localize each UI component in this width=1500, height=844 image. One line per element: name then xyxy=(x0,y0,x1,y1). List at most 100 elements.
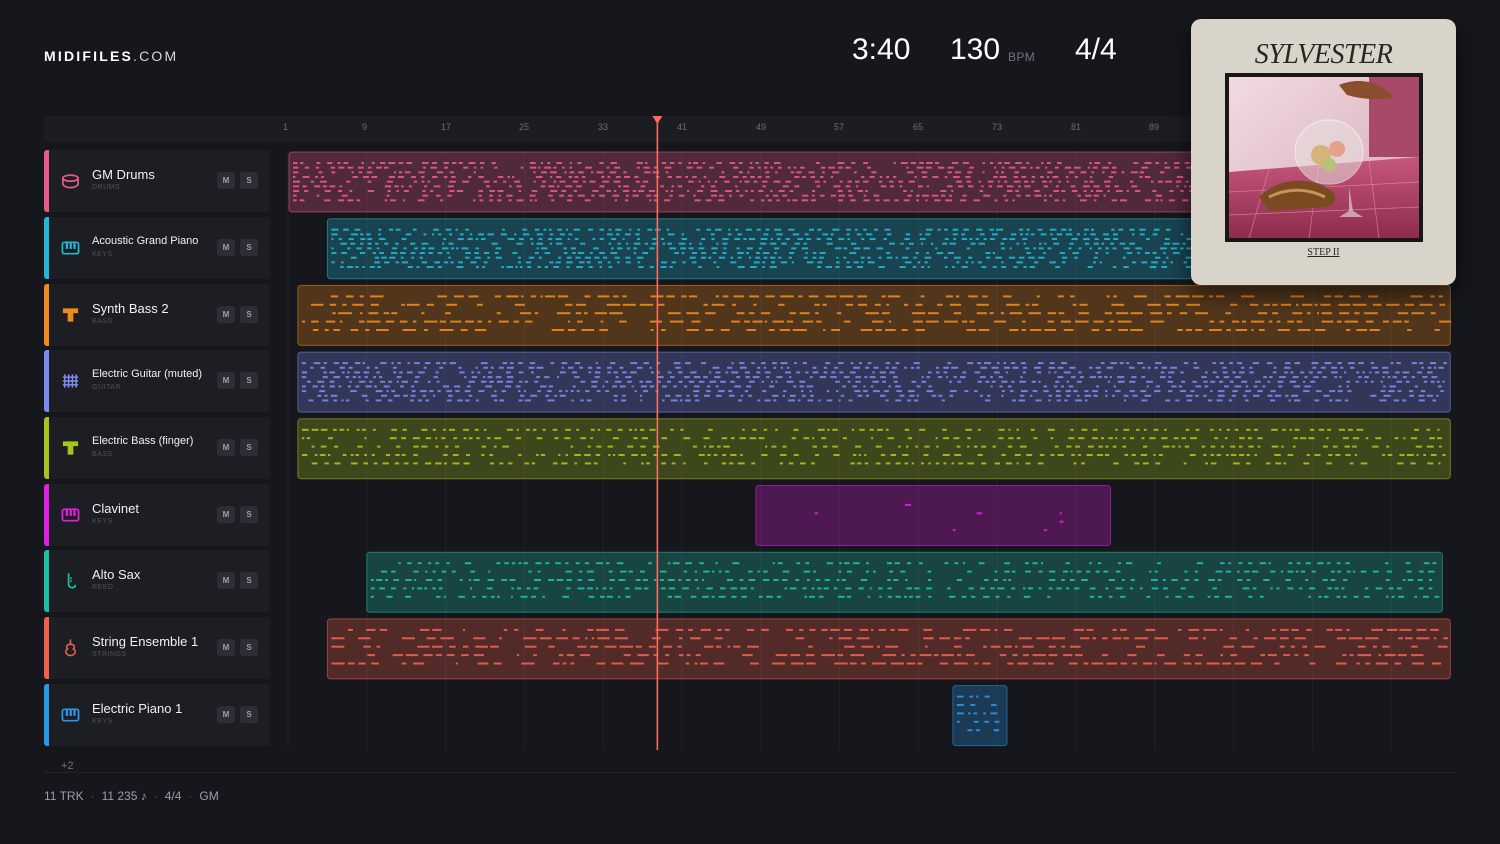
note xyxy=(452,454,459,456)
track-synth-bass-2[interactable]: Synth Bass 2 BASS M S xyxy=(44,284,270,346)
note xyxy=(1271,445,1279,448)
track-gm-drums[interactable]: GM Drums DRUMS M S xyxy=(44,150,270,212)
clip xyxy=(755,485,1111,546)
note xyxy=(452,462,460,465)
solo-button[interactable]: S xyxy=(240,239,258,256)
note xyxy=(1018,185,1021,188)
note xyxy=(681,295,687,298)
track-electric-bass-finger[interactable]: Electric Bass (finger) BASS M S xyxy=(44,417,270,479)
note xyxy=(331,171,336,174)
track-electric-piano-1[interactable]: Electric Piano 1 KEYS M S xyxy=(44,684,270,746)
note xyxy=(838,166,843,169)
mute-button[interactable]: M xyxy=(217,506,235,523)
mute-button[interactable]: M xyxy=(217,439,235,456)
mute-button[interactable]: M xyxy=(217,572,235,589)
note xyxy=(540,295,543,298)
note xyxy=(1098,376,1103,379)
track-clavinet[interactable]: Clavinet KEYS M S xyxy=(44,484,270,546)
note xyxy=(845,303,854,306)
note xyxy=(976,303,989,306)
note xyxy=(375,390,383,393)
note xyxy=(926,376,931,379)
solo-button[interactable]: S xyxy=(240,506,258,523)
note xyxy=(493,180,498,183)
track-color-bar xyxy=(44,150,49,212)
note xyxy=(899,394,905,397)
note xyxy=(311,320,319,323)
note xyxy=(817,228,822,231)
note xyxy=(839,295,854,298)
note xyxy=(1090,176,1093,178)
solo-button[interactable]: S xyxy=(240,572,258,589)
note xyxy=(529,166,537,169)
note xyxy=(1308,595,1311,598)
more-tracks-indicator[interactable]: +2 xyxy=(61,760,74,772)
track-acoustic-grand-piano[interactable]: Acoustic Grand Piano KEYS M S xyxy=(44,217,270,279)
note xyxy=(480,362,488,365)
note xyxy=(1149,266,1157,269)
note xyxy=(1064,166,1072,169)
note xyxy=(925,166,932,169)
note xyxy=(587,628,594,631)
track-alto-sax[interactable]: Alto Sax REED M S xyxy=(44,550,270,612)
mute-button[interactable]: M xyxy=(217,172,235,189)
note xyxy=(1077,394,1080,397)
note xyxy=(514,233,517,236)
note xyxy=(428,247,435,250)
note xyxy=(362,176,369,178)
note xyxy=(577,587,585,590)
note xyxy=(564,252,568,255)
note xyxy=(1048,394,1052,397)
note xyxy=(615,233,620,236)
note xyxy=(1176,176,1184,178)
solo-button[interactable]: S xyxy=(240,639,258,656)
note xyxy=(1250,662,1263,665)
mute-button[interactable]: M xyxy=(217,639,235,656)
track-electric-guitar-muted[interactable]: Electric Guitar (muted) GUITAR M S xyxy=(44,350,270,412)
note xyxy=(706,385,711,388)
note xyxy=(1013,266,1018,269)
note xyxy=(1257,437,1263,440)
mute-button[interactable]: M xyxy=(217,706,235,723)
solo-button[interactable]: S xyxy=(240,439,258,456)
note xyxy=(1135,428,1140,431)
note xyxy=(449,645,456,648)
note xyxy=(843,256,847,259)
mute-button[interactable]: M xyxy=(217,239,235,256)
note xyxy=(982,662,991,665)
track-string-ensemble-1[interactable]: String Ensemble 1 STRINGS M S xyxy=(44,617,270,679)
note xyxy=(737,256,742,259)
note xyxy=(1178,445,1181,448)
note xyxy=(774,252,777,255)
note xyxy=(301,385,306,388)
note xyxy=(643,166,650,169)
solo-button[interactable]: S xyxy=(240,172,258,189)
note xyxy=(1368,295,1379,298)
note xyxy=(446,654,455,657)
note xyxy=(324,199,331,202)
note xyxy=(1099,261,1103,264)
solo-button[interactable]: S xyxy=(240,306,258,323)
note xyxy=(857,462,862,465)
site-logo[interactable]: MIDIFILES.COM xyxy=(44,48,178,64)
note xyxy=(1430,312,1436,315)
solo-button[interactable]: S xyxy=(240,372,258,389)
mute-button[interactable]: M xyxy=(217,372,235,389)
note xyxy=(398,562,401,565)
note xyxy=(448,394,453,397)
mute-button[interactable]: M xyxy=(217,306,235,323)
note xyxy=(1388,390,1395,393)
note xyxy=(625,595,631,598)
note xyxy=(1068,437,1075,440)
note xyxy=(501,228,505,231)
note xyxy=(946,376,949,379)
note xyxy=(565,562,569,565)
solo-button[interactable]: S xyxy=(240,706,258,723)
note xyxy=(1166,312,1172,315)
note xyxy=(561,190,567,192)
note xyxy=(371,162,375,164)
note xyxy=(1274,454,1281,456)
note xyxy=(638,266,644,269)
note xyxy=(1384,654,1396,657)
note xyxy=(773,399,777,402)
